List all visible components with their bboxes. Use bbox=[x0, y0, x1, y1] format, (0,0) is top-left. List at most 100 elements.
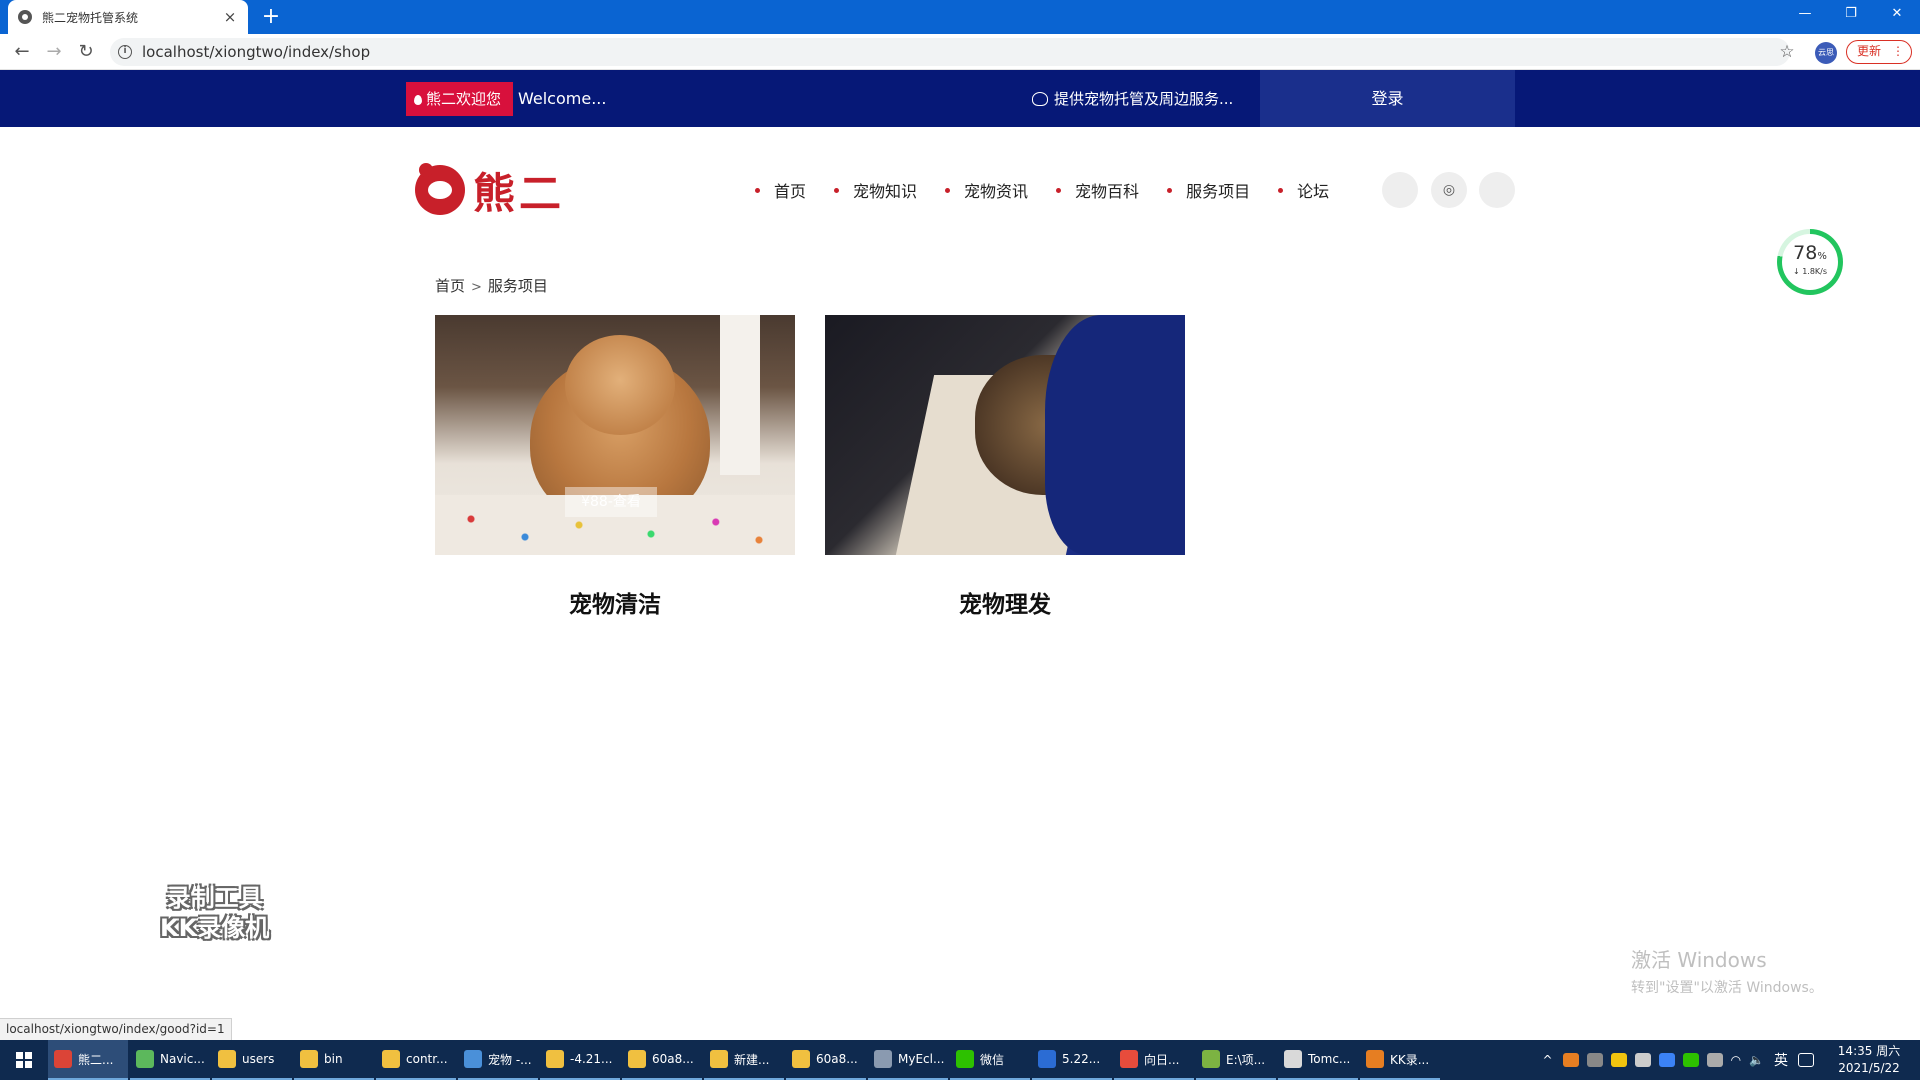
social-circle-icon[interactable] bbox=[1382, 172, 1418, 208]
taskbar-app-label: users bbox=[242, 1052, 275, 1066]
nav-item-forum[interactable]: 论坛 bbox=[1278, 176, 1329, 204]
taskbar-app-label: E:\项... bbox=[1226, 1052, 1266, 1067]
keyboard-icon[interactable] bbox=[1798, 1053, 1814, 1067]
taskbar-app[interactable]: 60a8... bbox=[622, 1040, 702, 1080]
profile-avatar[interactable]: 云思 bbox=[1815, 42, 1837, 64]
breadcrumb-home[interactable]: 首页 bbox=[435, 277, 465, 295]
taskbar-app[interactable]: 5.22... bbox=[1032, 1040, 1112, 1080]
instagram-icon[interactable]: ◎ bbox=[1431, 172, 1467, 208]
flame-icon bbox=[414, 95, 422, 105]
tab-close-icon[interactable]: × bbox=[222, 8, 238, 26]
taskbar-app[interactable]: 向日... bbox=[1114, 1040, 1194, 1080]
clock-time: 14:35 周六 bbox=[1837, 1044, 1901, 1058]
tray-app-icon[interactable] bbox=[1610, 1053, 1627, 1067]
app-icon bbox=[792, 1050, 810, 1068]
app-icon bbox=[54, 1050, 72, 1068]
restore-icon[interactable]: ❐ bbox=[1828, 0, 1874, 30]
tray-app-icon[interactable] bbox=[1586, 1053, 1603, 1067]
browser-tab[interactable]: 熊二宠物托管系统 × bbox=[8, 0, 248, 34]
network-percent: 78% bbox=[1782, 243, 1838, 267]
nav-bullet bbox=[1278, 187, 1284, 193]
taskbar-app[interactable]: Navic... bbox=[130, 1040, 210, 1080]
taskbar-app[interactable]: contr... bbox=[376, 1040, 456, 1080]
taskbar-app[interactable]: 熊二... bbox=[48, 1040, 128, 1080]
wechat-tray-icon[interactable] bbox=[1682, 1053, 1699, 1067]
taskbar-app[interactable]: 微信 bbox=[950, 1040, 1030, 1080]
grooming-photo[interactable] bbox=[825, 315, 1185, 555]
login-button[interactable]: 登录 bbox=[1260, 70, 1515, 127]
breadcrumb-current: 服务项目 bbox=[487, 277, 548, 295]
app-icon bbox=[1284, 1050, 1302, 1068]
nav-item-pet-encyclopedia[interactable]: 宠物百科 bbox=[1056, 176, 1139, 204]
bookmark-star-icon[interactable]: ☆ bbox=[1775, 39, 1799, 65]
photo-sleeve bbox=[1045, 315, 1185, 555]
taskbar-app[interactable]: bin bbox=[294, 1040, 374, 1080]
wifi-icon[interactable]: ◠ bbox=[1731, 1053, 1741, 1067]
service-name[interactable]: 宠物清洁 bbox=[435, 585, 795, 619]
clock-date: 2021/5/22 bbox=[1838, 1061, 1900, 1075]
address-bar[interactable]: i localhost/xiongtwo/index/shop bbox=[110, 38, 1790, 66]
price-view-button[interactable]: ¥88-查看 bbox=[565, 487, 657, 517]
taskbar-app[interactable]: -4.21... bbox=[540, 1040, 620, 1080]
tray-app-icon[interactable] bbox=[1562, 1053, 1579, 1067]
battery-icon[interactable] bbox=[1706, 1053, 1723, 1067]
update-button[interactable]: 更新 ⋮ bbox=[1846, 40, 1912, 64]
watermark-line: KK录像机 bbox=[160, 914, 270, 942]
taskbar-app[interactable]: 宠物 -... bbox=[458, 1040, 538, 1080]
site-top-bar: 熊二欢迎您 Welcome... 提供宠物托管及周边服务... 登录 bbox=[0, 70, 1920, 127]
logo-text: 熊二 bbox=[473, 168, 566, 218]
start-button[interactable] bbox=[0, 1040, 48, 1080]
taskbar-app[interactable]: 60a8... bbox=[786, 1040, 866, 1080]
breadcrumb: 首页 > 服务项目 bbox=[435, 275, 548, 296]
taskbar-app[interactable]: 新建... bbox=[704, 1040, 784, 1080]
nav-label: 宠物知识 bbox=[853, 182, 918, 201]
service-card[interactable]: ¥88-查看 宠物清洁 bbox=[435, 315, 795, 619]
browser-tab-strip: 熊二宠物托管系统 × + — ❐ ✕ bbox=[0, 0, 1920, 34]
clock[interactable]: 14:35 周六 2021/5/22 bbox=[1826, 1043, 1912, 1077]
nav-item-services[interactable]: 服务项目 bbox=[1167, 176, 1250, 204]
taskbar-app-label: Tomc... bbox=[1308, 1052, 1351, 1066]
site-logo[interactable]: 熊二 bbox=[415, 162, 565, 218]
back-arrow-icon[interactable]: ← bbox=[8, 39, 36, 65]
taskbar-app[interactable]: E:\项... bbox=[1196, 1040, 1276, 1080]
nav-item-pet-news[interactable]: 宠物资讯 bbox=[945, 176, 1028, 204]
nav-bullet bbox=[1167, 187, 1173, 193]
social-circle-icon[interactable] bbox=[1479, 172, 1515, 208]
site-info-icon[interactable]: i bbox=[118, 45, 132, 59]
volume-icon[interactable]: 🔈 bbox=[1749, 1053, 1764, 1067]
minimize-icon[interactable]: — bbox=[1782, 0, 1828, 30]
forward-arrow-icon[interactable]: → bbox=[40, 39, 68, 65]
windows-logo-icon bbox=[16, 1052, 32, 1068]
photo-window bbox=[720, 315, 760, 475]
taskbar-app[interactable]: KK录... bbox=[1360, 1040, 1440, 1080]
taskbar-app-label: bin bbox=[324, 1052, 343, 1066]
nav-item-pet-knowledge[interactable]: 宠物知识 bbox=[834, 176, 917, 204]
taskbar-app-label: contr... bbox=[406, 1052, 448, 1066]
site-favicon-icon bbox=[18, 10, 32, 24]
system-tray: ^ ◠ 🔈 英 14:35 周六 2021/5/22 bbox=[1537, 1040, 1920, 1080]
network-speed-widget[interactable]: 78% ↓ 1.8K/s bbox=[1777, 229, 1843, 295]
tray-expand-icon[interactable]: ^ bbox=[1543, 1053, 1553, 1067]
ime-indicator[interactable]: 英 bbox=[1774, 1050, 1788, 1070]
breadcrumb-separator: > bbox=[471, 280, 482, 295]
tray-app-icon[interactable] bbox=[1658, 1053, 1675, 1067]
taskbar-app[interactable]: MyEcl... bbox=[868, 1040, 948, 1080]
taskbar-apps: 熊二... Navic... users bin contr... 宠物 -... -4.2… bbox=[48, 1040, 1442, 1080]
tray-app-icon[interactable] bbox=[1634, 1053, 1651, 1067]
nav-bullet bbox=[945, 187, 951, 193]
app-icon bbox=[1366, 1050, 1384, 1068]
nav-item-home[interactable]: 首页 bbox=[755, 176, 806, 204]
service-name[interactable]: 宠物理发 bbox=[825, 585, 1185, 619]
taskbar-app-label: 60a8... bbox=[652, 1052, 694, 1066]
taskbar-app-label: 宠物 -... bbox=[488, 1052, 532, 1067]
puppy-photo[interactable]: ¥88-查看 bbox=[435, 315, 795, 555]
taskbar-app-label: 5.22... bbox=[1062, 1052, 1101, 1066]
taskbar-app[interactable]: Tomc... bbox=[1278, 1040, 1358, 1080]
reload-icon[interactable]: ↻ bbox=[72, 39, 100, 65]
new-tab-button[interactable]: + bbox=[258, 3, 284, 31]
service-card[interactable]: 宠物理发 bbox=[825, 315, 1185, 619]
taskbar-app-label: 新建... bbox=[734, 1052, 770, 1067]
window-close-icon[interactable]: ✕ bbox=[1874, 0, 1920, 30]
taskbar-app-label: -4.21... bbox=[570, 1052, 613, 1066]
taskbar-app[interactable]: users bbox=[212, 1040, 292, 1080]
